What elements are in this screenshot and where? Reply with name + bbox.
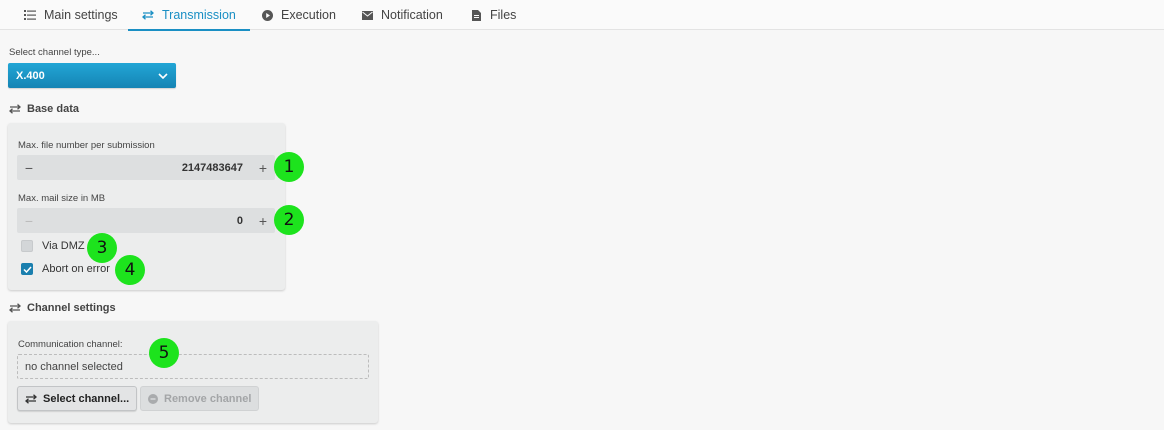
tab-files[interactable]: Files [470, 0, 516, 30]
tab-label: Notification [381, 8, 443, 22]
tab-transmission[interactable]: Transmission [128, 0, 250, 31]
marker-1: 1 [274, 152, 304, 182]
checkmark-icon[interactable] [21, 263, 33, 275]
transfer-arrows-icon [9, 104, 21, 114]
max-files-label: Max. file number per submission [18, 140, 155, 151]
tab-notification[interactable]: Notification [361, 0, 443, 30]
marker-3: 3 [87, 233, 117, 263]
via-dmz-label: Via DMZ [42, 240, 85, 252]
increment-button[interactable]: + [251, 213, 275, 229]
decrement-button[interactable]: − [17, 160, 41, 176]
checkbox-unchecked-icon[interactable] [21, 240, 33, 252]
abort-on-error-label: Abort on error [42, 263, 110, 275]
tab-label: Transmission [162, 8, 236, 22]
increment-button[interactable]: + [251, 160, 275, 176]
via-dmz-checkbox[interactable]: Via DMZ [21, 240, 85, 252]
max-mail-stepper[interactable]: − 0 + [17, 208, 275, 233]
channel-type-select[interactable]: X.400 [8, 63, 176, 88]
tab-label: Execution [281, 8, 336, 22]
max-files-value[interactable]: 2147483647 [41, 162, 251, 174]
transfer-arrows-icon [9, 303, 21, 313]
remove-channel-button[interactable]: Remove channel [140, 386, 260, 411]
transfer-arrows-icon [25, 393, 37, 404]
tab-main-settings[interactable]: Main settings [24, 0, 118, 30]
communication-channel-field: no channel selected [17, 354, 369, 379]
max-mail-value[interactable]: 0 [41, 215, 251, 227]
tab-bar: Main settings Transmission Execution Not… [0, 0, 1164, 31]
decrement-button[interactable]: − [17, 213, 41, 229]
transfer-arrows-icon [142, 9, 154, 21]
tab-label: Files [490, 8, 517, 22]
file-icon [470, 9, 482, 21]
envelope-icon [361, 9, 373, 21]
channel-settings-heading: Channel settings [9, 302, 116, 314]
communication-channel-label: Communication channel: [18, 339, 123, 350]
select-channel-button[interactable]: Select channel... [17, 386, 138, 411]
marker-4: 4 [115, 255, 145, 285]
list-icon [24, 9, 36, 21]
chevron-down-icon [158, 70, 168, 82]
marker-2: 2 [274, 205, 304, 235]
marker-5: 5 [149, 338, 179, 368]
channel-type-value: X.400 [16, 69, 45, 82]
channel-type-label: Select channel type... [9, 47, 100, 58]
abort-on-error-checkbox[interactable]: Abort on error [21, 263, 110, 275]
max-files-stepper[interactable]: − 2147483647 + [17, 155, 275, 180]
max-mail-label: Max. mail size in MB [18, 193, 106, 204]
tab-execution[interactable]: Execution [261, 0, 336, 30]
tab-label: Main settings [44, 8, 118, 22]
play-icon [261, 9, 273, 21]
base-data-heading: Base data [9, 103, 79, 115]
minus-circle-icon [148, 393, 158, 404]
